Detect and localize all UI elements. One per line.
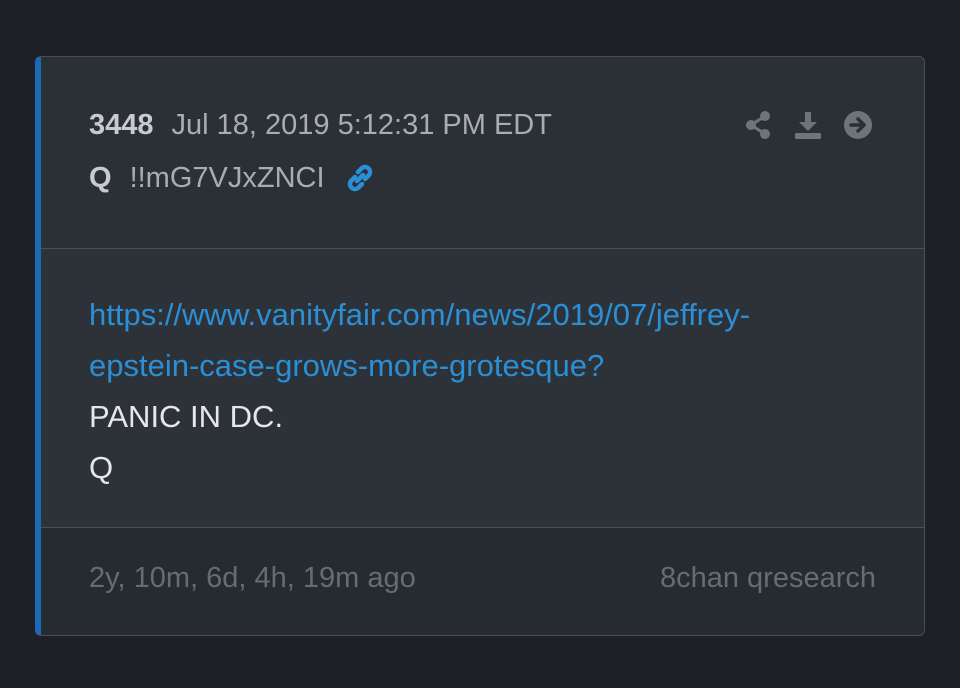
tripcode: !!mG7VJxZNCI [129, 161, 325, 194]
post-actions [742, 109, 874, 141]
post-meta: 3448 Jul 18, 2019 5:12:31 PM EDT [89, 109, 552, 142]
post-body: https://www.vanityfair.com/news/2019/07/… [41, 249, 924, 528]
share-icon[interactable] [742, 109, 774, 141]
author-name: Q [89, 161, 112, 194]
post-message: PANIC IN DC. [89, 399, 284, 434]
link-icon[interactable] [343, 161, 377, 195]
download-icon[interactable] [792, 109, 824, 141]
post-number[interactable]: 3448 [89, 109, 154, 142]
post-signature: Q [89, 450, 114, 485]
arrow-right-circle-icon[interactable] [842, 109, 874, 141]
source-board: 8chan qresearch [659, 562, 876, 594]
post-header: 3448 Jul 18, 2019 5:12:31 PM EDT Q !!mG7… [41, 57, 924, 249]
post-card: 3448 Jul 18, 2019 5:12:31 PM EDT Q !!mG7… [35, 56, 925, 636]
post-link-line-2[interactable]: epstein-case-grows-more-grotesque? [89, 340, 889, 391]
post-text: https://www.vanityfair.com/news/2019/07/… [89, 289, 889, 493]
post-date: Jul 18, 2019 5:12:31 PM EDT [171, 109, 552, 141]
time-ago: 2y, 10m, 6d, 4h, 19m ago [89, 562, 416, 594]
author-line: Q !!mG7VJxZNCI [89, 161, 377, 195]
post-footer: 2y, 10m, 6d, 4h, 19m ago 8chan qresearch [41, 528, 924, 635]
post-link-line-1[interactable]: https://www.vanityfair.com/news/2019/07/… [89, 289, 889, 340]
